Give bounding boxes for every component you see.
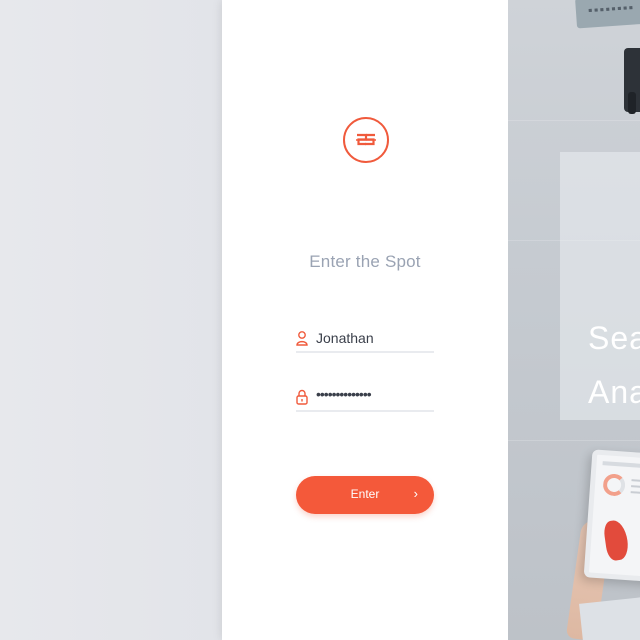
username-value[interactable]: Jonathan: [316, 330, 374, 346]
login-card: Enter the Spot Jonathan •••••••••••••• E…: [222, 0, 508, 640]
user-icon: [296, 330, 308, 346]
login-heading: Enter the Spot: [309, 252, 421, 271]
hero-photo-panel: ▪▪▪▪▪▪▪▪ Sear Ana: [508, 0, 640, 640]
background-left-panel: [0, 0, 222, 640]
hero-title-line2: Ana: [588, 374, 640, 410]
tablet-image: [583, 449, 640, 583]
tablet-donut-chart: [602, 473, 626, 497]
device-stem-image: [628, 92, 636, 114]
tablet-text-line: [630, 491, 640, 495]
enter-button[interactable]: Enter ›: [296, 476, 434, 514]
password-value[interactable]: ••••••••••••••: [316, 386, 372, 402]
tablet-header-bar: [602, 461, 640, 468]
tablet-map-graphic: [602, 518, 630, 562]
hero-title-line1: Sear: [588, 320, 640, 356]
wood-grain-line: [508, 440, 640, 441]
login-screen: Enter the Spot Jonathan •••••••••••••• E…: [0, 0, 640, 640]
password-field[interactable]: ••••••••••••••: [296, 386, 434, 412]
keyboard-image: ▪▪▪▪▪▪▪▪: [575, 0, 640, 29]
tablet-text-line: [631, 485, 640, 489]
brand-logo-icon: [343, 117, 389, 163]
tablet-text-line: [631, 479, 640, 483]
wood-grain-line: [508, 120, 640, 121]
chevron-right-icon: ›: [413, 486, 418, 501]
username-field[interactable]: Jonathan: [296, 327, 434, 353]
keyboard-keys: ▪▪▪▪▪▪▪▪: [587, 2, 635, 15]
sleeve-image: [579, 596, 640, 640]
lock-icon: [296, 389, 308, 405]
